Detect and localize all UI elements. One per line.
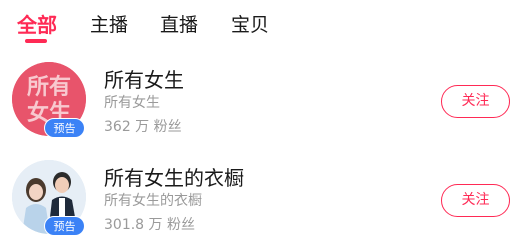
fan-count: 301.8 万 粉丝	[104, 217, 195, 233]
avatar[interactable]: 所有 女生 预告	[12, 62, 86, 138]
list-item[interactable]: 所有 女生 预告 所有女生 所有女生 362 万 粉丝 关注	[0, 62, 524, 152]
tab-live[interactable]: 直播	[160, 10, 198, 37]
result-subtitle: 所有女生	[104, 95, 160, 111]
tab-bar: 全部 主播 直播 宝贝	[0, 0, 524, 50]
avatar[interactable]: 预告	[12, 160, 86, 236]
preview-badge: 预告	[44, 216, 85, 236]
svg-text:所有: 所有	[27, 74, 71, 100]
preview-badge: 预告	[44, 118, 85, 138]
tab-streamers[interactable]: 主播	[90, 10, 128, 37]
result-title[interactable]: 所有女生的衣橱	[104, 162, 244, 191]
tab-products[interactable]: 宝贝	[231, 10, 269, 37]
result-title[interactable]: 所有女生	[104, 64, 184, 93]
follow-button[interactable]: 关注	[441, 85, 510, 118]
fan-count: 362 万 粉丝	[104, 119, 182, 135]
tab-all[interactable]: 全部	[17, 9, 57, 38]
result-subtitle: 所有女生的衣橱	[104, 193, 202, 209]
active-tab-indicator	[25, 39, 47, 43]
follow-button[interactable]: 关注	[441, 184, 510, 217]
list-item[interactable]: 预告 所有女生的衣橱 所有女生的衣橱 301.8 万 粉丝 关注	[0, 160, 524, 247]
